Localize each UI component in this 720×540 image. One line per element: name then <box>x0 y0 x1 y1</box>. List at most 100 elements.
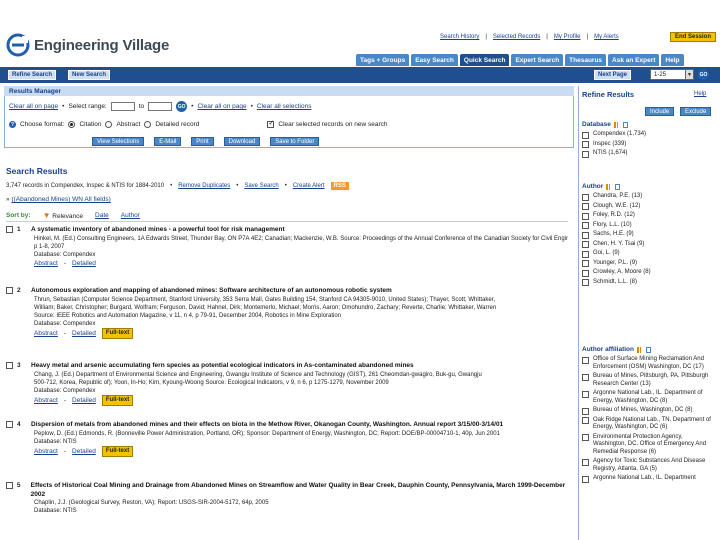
facet-checkbox[interactable] <box>582 407 589 415</box>
facet-checkbox[interactable] <box>582 222 589 229</box>
abstract-link[interactable]: Abstract <box>34 329 58 338</box>
format-abstract-radio[interactable] <box>105 121 113 128</box>
facet-checkbox[interactable] <box>582 193 589 201</box>
page-go-button[interactable]: GO <box>698 69 709 80</box>
view-selections-button[interactable]: View Selections <box>92 137 145 146</box>
result-checkbox[interactable] <box>6 287 13 294</box>
facet-label: Agency for Toxic Substances And Disease … <box>593 458 706 472</box>
chart-icon[interactable] <box>613 121 620 128</box>
tab-ask-an-expert[interactable]: Ask an Expert <box>608 54 660 66</box>
tab-tags-groups[interactable]: Tags + Groups <box>356 54 410 66</box>
email-button[interactable]: E-Mail <box>154 137 182 146</box>
facet-checkbox[interactable] <box>582 260 589 267</box>
refine-help-link[interactable]: Help <box>694 91 706 97</box>
abstract-link[interactable]: Abstract <box>34 447 58 456</box>
facet-label: Clough, W.E. (12) <box>593 202 641 209</box>
tab-thesaurus[interactable]: Thesaurus <box>565 54 607 66</box>
facet-checkbox[interactable] <box>582 390 589 398</box>
tab-help[interactable]: Help <box>661 54 684 66</box>
detailed-link[interactable]: Detailed <box>72 447 96 456</box>
author-facet-title[interactable]: Author <box>582 183 603 190</box>
document-icon[interactable] <box>615 183 621 190</box>
facet-checkbox[interactable] <box>582 417 589 424</box>
range-go-button[interactable]: GO <box>176 101 188 112</box>
facet-checkbox[interactable] <box>582 250 589 258</box>
rss-icon[interactable]: RSS <box>330 182 349 190</box>
sort-relevance[interactable]: Relevance <box>52 213 83 220</box>
tab-quick-search[interactable]: Quick Search <box>459 54 510 66</box>
page-range-select[interactable]: 1-25 ▼ <box>650 69 694 80</box>
clear-all-selections-link[interactable]: Clear all selections <box>257 103 312 110</box>
download-button[interactable]: Download <box>223 137 261 146</box>
facet-checkbox[interactable] <box>582 231 589 239</box>
detailed-link[interactable]: Detailed <box>72 259 96 268</box>
result-checkbox[interactable] <box>6 226 13 233</box>
result-checkbox[interactable] <box>6 421 13 428</box>
search-query-link[interactable]: ((Abandoned Mines) WN All fields) <box>11 196 110 203</box>
include-button[interactable]: Include <box>645 107 675 116</box>
result-database: Database: NTIS <box>34 508 77 514</box>
facet-checkbox[interactable] <box>582 141 589 148</box>
engineering-village-logo[interactable]: Engineering Village <box>6 30 169 60</box>
facet-checkbox[interactable] <box>582 212 589 220</box>
facet-checkbox[interactable] <box>582 241 589 248</box>
format-detailed-radio[interactable] <box>144 121 152 128</box>
save-search-link[interactable]: Save Search <box>244 183 278 189</box>
tab-easy-search[interactable]: Easy Search <box>411 54 458 66</box>
full-text-button[interactable]: Full-text <box>101 445 134 457</box>
database-facet-title[interactable]: Database <box>582 121 611 128</box>
format-citation-radio[interactable] <box>68 121 76 128</box>
result-checkbox[interactable] <box>6 482 13 489</box>
affiliation-facet-title[interactable]: Author affiliation <box>582 346 634 353</box>
clear-on-new-search-checkbox[interactable] <box>267 119 275 128</box>
facet-checkbox[interactable] <box>582 475 589 483</box>
range-from-input[interactable] <box>110 102 135 111</box>
detailed-link[interactable]: Detailed <box>72 396 96 405</box>
result-title[interactable]: Effects of Historical Coal Mining and Dr… <box>31 482 568 499</box>
create-alert-link[interactable]: Create Alert <box>293 183 325 189</box>
result-title[interactable]: A systematic inventory of abandoned mine… <box>31 226 285 235</box>
result-checkbox[interactable] <box>6 362 13 369</box>
facet-checkbox[interactable] <box>582 434 589 441</box>
facet-checkbox[interactable] <box>582 131 589 139</box>
abstract-link[interactable]: Abstract <box>34 396 58 405</box>
end-session-button[interactable]: End Session <box>670 32 716 42</box>
sort-date[interactable]: Date <box>95 212 109 219</box>
result-title[interactable]: Heavy metal and arsenic accumulating fer… <box>31 362 414 371</box>
selected-records-link[interactable]: Selected Records <box>493 34 540 40</box>
exclude-button[interactable]: Exclude <box>680 107 712 116</box>
refine-search-button[interactable]: Refine Search <box>8 70 57 80</box>
full-text-button[interactable]: Full-text <box>101 394 134 406</box>
facet-checkbox[interactable] <box>582 150 589 158</box>
detailed-link[interactable]: Detailed <box>72 329 96 338</box>
result-title[interactable]: Dispersion of metals from abandoned mine… <box>31 421 503 430</box>
save-to-folder-button[interactable]: Save to Folder <box>270 137 320 146</box>
next-page-button[interactable]: Next Page <box>594 70 632 80</box>
facet-checkbox[interactable] <box>582 356 589 364</box>
facet-checkbox[interactable] <box>582 279 589 286</box>
new-search-button[interactable]: New Search <box>68 70 111 80</box>
search-history-link[interactable]: Search History <box>440 34 479 40</box>
facet-checkbox[interactable] <box>582 203 589 210</box>
tab-expert-search[interactable]: Expert Search <box>511 54 564 66</box>
remove-duplicates-link[interactable]: Remove Duplicates <box>178 183 230 189</box>
clear-all-on-page-link-2[interactable]: Clear all on page <box>197 103 246 110</box>
chart-icon[interactable] <box>606 183 613 190</box>
chart-icon[interactable] <box>637 346 643 353</box>
document-icon[interactable] <box>622 121 628 128</box>
my-alerts-link[interactable]: My Alerts <box>594 34 619 40</box>
facet-item: Inspec (339) <box>582 141 716 148</box>
document-icon[interactable] <box>646 346 651 353</box>
result-title[interactable]: Autonomous exploration and mapping of ab… <box>31 287 392 296</box>
info-icon[interactable]: ? <box>9 121 16 128</box>
range-to-input[interactable] <box>148 102 173 111</box>
full-text-button[interactable]: Full-text <box>101 327 134 339</box>
clear-all-on-page-link[interactable]: Clear all on page <box>9 103 58 110</box>
sort-author[interactable]: Author <box>121 212 140 219</box>
facet-checkbox[interactable] <box>582 458 589 466</box>
print-button[interactable]: Print <box>191 137 214 146</box>
my-profile-link[interactable]: My Profile <box>554 34 581 40</box>
abstract-link[interactable]: Abstract <box>34 259 58 268</box>
facet-checkbox[interactable] <box>582 373 589 381</box>
facet-checkbox[interactable] <box>582 269 589 277</box>
